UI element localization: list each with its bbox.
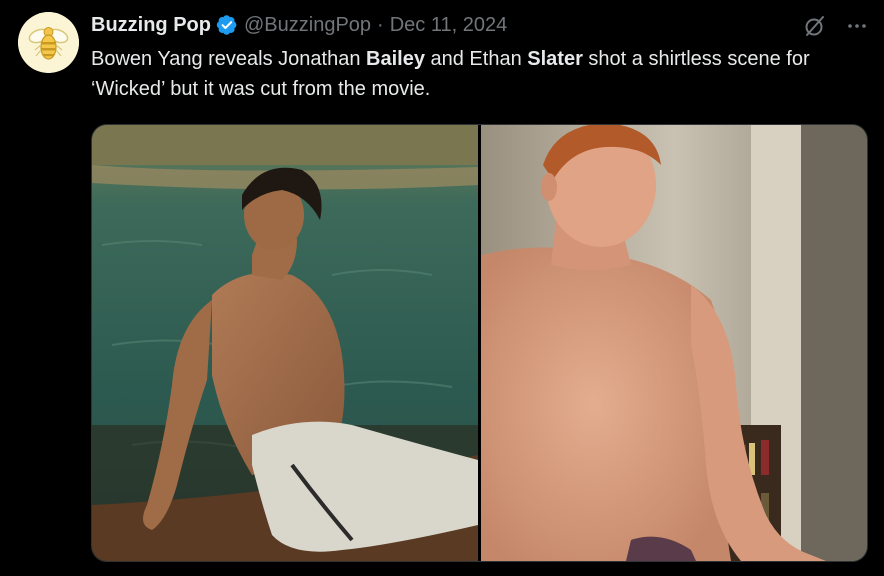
avatar[interactable] [18,12,79,73]
more-button[interactable] [844,13,870,39]
tweet-top-actions [802,12,870,40]
display-name[interactable]: Buzzing Pop [91,14,211,37]
tweet-text-part: and Ethan [424,48,528,70]
verified-badge-icon[interactable] [216,14,238,36]
media-grid [91,124,868,562]
handle[interactable]: @BuzzingPop [244,14,371,37]
tweet-text: Bowen Yang reveals Jonathan Bailey and E… [91,44,851,104]
separator-dot: · [377,13,384,36]
tweet-header: Buzzing Pop @BuzzingPop · Dec 11, 2024 [91,12,507,38]
grok-icon [805,16,824,36]
tweet-text-bold: Bailey [366,48,425,70]
timestamp[interactable]: Dec 11, 2024 [390,14,508,37]
tweet-text-bold: Slater [527,48,583,70]
photo-right[interactable] [481,125,867,561]
more-options-icon [848,24,866,28]
tweet-text-part: Bowen Yang reveals Jonathan [91,48,367,70]
photo-left[interactable] [92,125,478,561]
photo-right-image [481,125,867,561]
grok-button[interactable] [802,13,828,39]
tweet[interactable]: Buzzing Pop @BuzzingPop · Dec 11, 2024 B… [0,0,884,576]
photo-left-image [92,125,478,561]
bee-logo-icon [18,12,79,73]
